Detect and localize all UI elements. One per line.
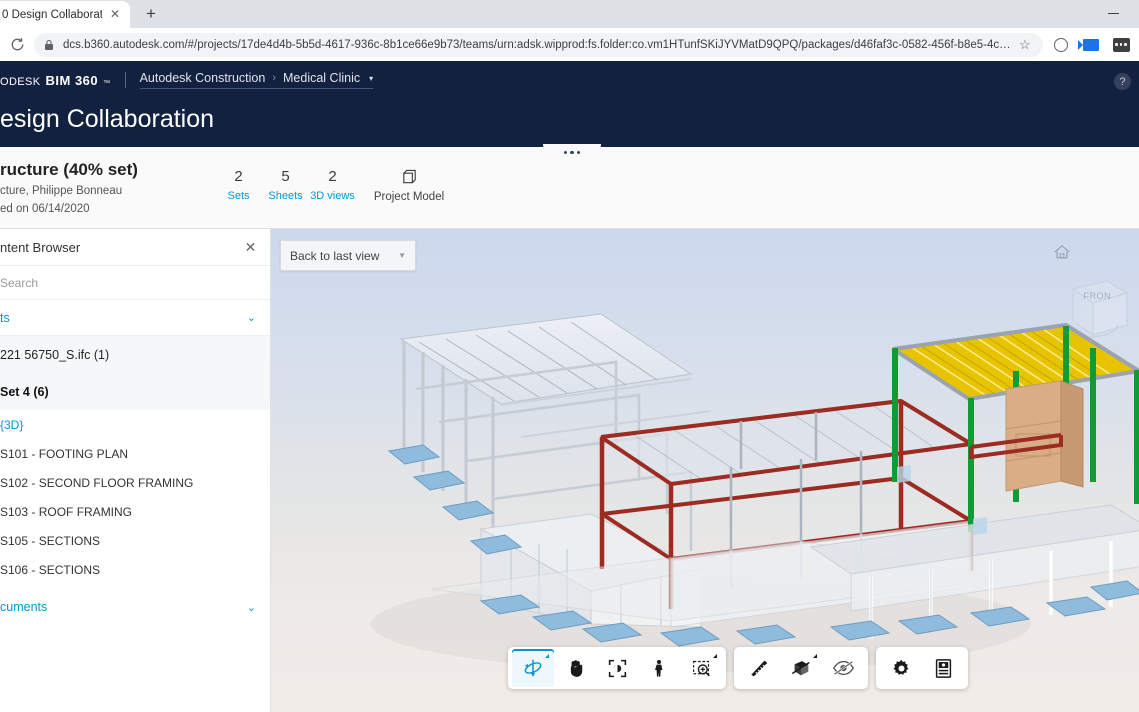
page-title: esign Collaboration: [0, 105, 215, 133]
stat-sets-label: Sets: [227, 190, 250, 202]
extension-media-icon[interactable]: [1078, 33, 1103, 57]
expand-arrow-icon[interactable]: [713, 654, 717, 658]
list-item[interactable]: {3D}: [0, 410, 270, 439]
breadcrumb-account[interactable]: Autodesk Construction: [140, 71, 266, 85]
window-minimize-button[interactable]: [1095, 2, 1131, 24]
brand-autodesk: ODESK: [0, 75, 41, 88]
package-date: ed on 06/14/2020: [0, 203, 90, 215]
set-item[interactable]: Set 4 (6): [0, 373, 270, 410]
back-to-last-view-button[interactable]: Back to last view ▼: [280, 240, 416, 271]
properties-panel-icon[interactable]: [922, 649, 964, 687]
settings-group: [876, 647, 968, 689]
orbit-icon[interactable]: [512, 649, 554, 687]
package-author: cture, Philippe Bonneau: [0, 185, 123, 197]
list-item[interactable]: S103 - ROOF FRAMING: [0, 497, 270, 526]
pan-icon[interactable]: [554, 649, 596, 687]
collapse-toggle[interactable]: [543, 144, 601, 161]
back-to-last-view-label: Back to last view: [290, 248, 380, 263]
autodesk-logo: ODESK BIM 360 ™: [0, 73, 111, 88]
zoom-window-icon[interactable]: [680, 649, 722, 687]
breadcrumb-project[interactable]: Medical Clinic: [283, 71, 360, 85]
profile-circle-icon[interactable]: [1049, 33, 1073, 57]
dot-icon: [576, 150, 581, 155]
bim360-header: ODESK BIM 360 ™ Autodesk Construction › …: [0, 61, 1139, 147]
stat-sets[interactable]: 2 Sets: [215, 167, 262, 203]
new-tab-button[interactable]: +: [138, 2, 164, 28]
stat-sheets-count: 5: [281, 168, 290, 185]
file-item[interactable]: 221 56750_S.ifc (1): [0, 336, 270, 373]
package-title: ructure (40% set): [0, 160, 138, 179]
content-browser-panel: ntent Browser ✕ ts ⌄ 221 56750_S.ifc (1)…: [0, 229, 271, 712]
chevron-down-icon[interactable]: ▾: [369, 74, 373, 83]
search-row: [0, 266, 270, 300]
navigation-group: [508, 647, 726, 689]
dot-icon: [563, 150, 568, 155]
browser-tab-title: 0 Design Collaboration: [2, 8, 102, 21]
brand-bim360: BIM 360: [45, 72, 99, 88]
extensions-menu-icon[interactable]: [1109, 33, 1133, 57]
model-viewer[interactable]: Back to last view ▼ FRON: [271, 229, 1139, 712]
breadcrumb-separator: ›: [272, 72, 276, 84]
stat-sets-count: 2: [234, 168, 243, 185]
gear-icon[interactable]: [880, 649, 922, 687]
section-sheets[interactable]: ts ⌄: [0, 300, 270, 336]
list-item[interactable]: S105 - SECTIONS: [0, 526, 270, 555]
structural-model-3d: [371, 313, 1139, 672]
search-input[interactable]: [0, 275, 270, 290]
stat-project-model-label: Project Model: [373, 191, 445, 203]
address-bar[interactable]: dcs.b360.autodesk.com/#/projects/17de4d4…: [34, 32, 1043, 57]
stat-3dviews-count: 2: [328, 168, 337, 185]
stat-project-model[interactable]: Project Model: [364, 167, 454, 203]
home-icon[interactable]: [1053, 244, 1071, 260]
fit-to-view-icon[interactable]: [596, 649, 638, 687]
stat-3dviews[interactable]: 2 3D views: [309, 167, 356, 203]
stat-sheets[interactable]: 5 Sheets: [262, 167, 309, 203]
bookmark-star-icon[interactable]: ☆: [1019, 37, 1033, 53]
hide-visibility-icon[interactable]: [822, 649, 864, 687]
brand-tm: ™: [103, 79, 111, 87]
breadcrumb: Autodesk Construction › Medical Clinic ▾: [139, 71, 374, 89]
viewcube-face-label: FRON: [1083, 291, 1111, 301]
expand-arrow-icon[interactable]: [545, 654, 549, 658]
content-browser-title: ntent Browser: [0, 239, 81, 255]
app-root: 0 Design Collaboration ✕ + dcs.b360.auto…: [0, 0, 1139, 712]
content-browser-header: ntent Browser ✕: [0, 229, 270, 266]
first-person-icon[interactable]: [638, 649, 680, 687]
viewer-toolbar: [508, 647, 968, 689]
chevron-down-icon[interactable]: ⌄: [247, 603, 256, 614]
stat-sheets-label: Sheets: [268, 190, 303, 202]
tools-group: [734, 647, 868, 689]
browser-tab[interactable]: 0 Design Collaboration ✕: [0, 1, 130, 28]
section-sheets-label: ts: [0, 310, 10, 325]
close-icon[interactable]: ✕: [108, 7, 122, 22]
close-icon[interactable]: ✕: [243, 240, 258, 255]
list-item[interactable]: S101 - FOOTING PLAN: [0, 439, 270, 468]
section-documents[interactable]: cuments ⌄: [0, 590, 270, 624]
lock-icon: [44, 39, 55, 51]
package-stats: 2 Sets 5 Sheets 2 3D views Project Model: [215, 167, 454, 203]
stat-3dviews-label: 3D views: [310, 190, 355, 202]
list-item[interactable]: S106 - SECTIONS: [0, 555, 270, 584]
chevron-down-icon[interactable]: ⌄: [247, 313, 256, 324]
chevron-down-icon: ▼: [398, 251, 406, 260]
list-item[interactable]: S102 - SECOND FLOOR FRAMING: [0, 468, 270, 497]
section-analysis-icon[interactable]: [780, 649, 822, 687]
reload-icon[interactable]: [6, 34, 28, 56]
browser-tabstrip: 0 Design Collaboration ✕ +: [0, 0, 1139, 28]
dot-icon: [570, 150, 574, 155]
measure-icon[interactable]: [738, 649, 780, 687]
expand-arrow-icon[interactable]: [813, 654, 817, 658]
browser-toolbar: dcs.b360.autodesk.com/#/projects/17de4d4…: [0, 28, 1139, 61]
help-icon[interactable]: ?: [1114, 73, 1131, 90]
address-bar-url: dcs.b360.autodesk.com/#/projects/17de4d4…: [63, 38, 1011, 51]
cube-icon: [364, 167, 454, 187]
header-divider: [124, 72, 126, 88]
section-documents-label: cuments: [0, 600, 48, 614]
bim360-topbar: ODESK BIM 360 ™ Autodesk Construction › …: [0, 61, 1139, 99]
